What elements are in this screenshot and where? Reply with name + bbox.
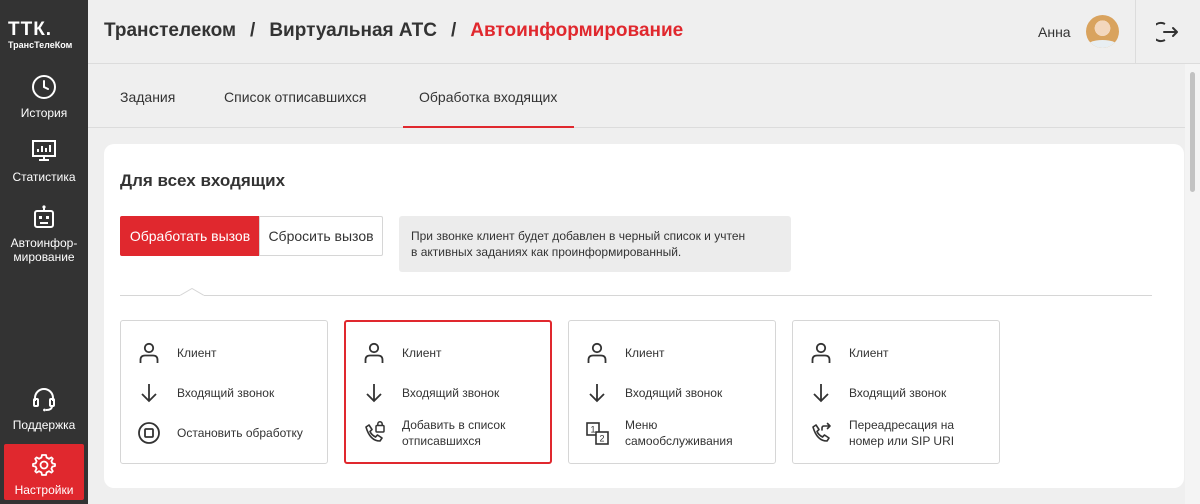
logo-text: ТТК. xyxy=(8,19,53,40)
monitor-chart-icon xyxy=(32,140,56,161)
row-label: Меню самообслуживания xyxy=(625,418,733,448)
avatar[interactable] xyxy=(1086,15,1119,48)
sidebar-item-support[interactable]: Поддержка xyxy=(0,386,88,432)
sidebar-item-label: Поддержка xyxy=(12,418,76,432)
header-divider xyxy=(1135,0,1136,64)
list-item: Клиент xyxy=(137,337,327,369)
gear-icon xyxy=(32,454,56,476)
reset-call-button[interactable]: Сбросить вызов xyxy=(259,216,383,256)
list-item: Клиент xyxy=(809,337,999,369)
divider-notch xyxy=(180,288,204,300)
sidebar-item-label-line1: Автоинфор- xyxy=(10,236,78,250)
sidebar-item-statistics[interactable]: Статистика xyxy=(0,138,88,184)
scrollbar-thumb[interactable] xyxy=(1190,72,1195,192)
row-label: Клиент xyxy=(849,346,889,360)
row-label: Добавить в список отписавшихся xyxy=(402,418,506,448)
breadcrumb-separator: / xyxy=(451,20,457,41)
tab-unsubscribed[interactable]: Список отписавшихся xyxy=(224,89,366,105)
headset-icon xyxy=(33,388,55,412)
person-icon xyxy=(811,342,831,363)
list-item: Входящий звонок xyxy=(585,377,775,409)
divider xyxy=(120,295,1152,296)
person-icon xyxy=(587,342,607,363)
active-tab-indicator xyxy=(403,126,574,128)
sidebar-item-label-line2: мирование xyxy=(13,250,75,264)
menu-numbers-icon: 12 xyxy=(586,422,609,445)
process-call-button[interactable]: Обработать вызов xyxy=(120,216,260,256)
robot-icon xyxy=(34,205,54,228)
option-stop-processing[interactable]: Клиент Входящий звонок Остановить обрабо… xyxy=(120,320,328,464)
breadcrumb-separator: / xyxy=(250,20,256,41)
row-label: Клиент xyxy=(177,346,217,360)
breadcrumb: Транстелеком / Виртуальная АТС / Автоинформи… xyxy=(104,20,683,42)
arrow-down-icon xyxy=(589,384,605,403)
scrollbar[interactable] xyxy=(1185,64,1200,504)
user-name[interactable]: Анна xyxy=(1038,24,1071,40)
breadcrumb-item[interactable]: Виртуальная АТС xyxy=(269,20,437,41)
header: Транстелеком / Виртуальная АТС / Автоинформи… xyxy=(88,0,1200,64)
stop-icon xyxy=(138,422,160,444)
phone-forward-icon xyxy=(812,422,831,442)
tab-bar: Задания Список отписавшихся Обработка вх… xyxy=(88,64,1185,128)
option-add-unsubscribed[interactable]: Клиент Входящий звонок Добавить в список… xyxy=(344,320,552,464)
person-icon xyxy=(364,342,384,363)
row-label: Входящий звонок xyxy=(177,386,275,400)
breadcrumb-item[interactable]: Транстелеком xyxy=(104,20,236,41)
row-label: Входящий звонок xyxy=(625,386,723,400)
person-icon xyxy=(139,342,159,363)
logo[interactable]: ТТК. ТрансТелеКом xyxy=(0,0,88,64)
list-item: Остановить обработку xyxy=(137,417,327,449)
row-label: Клиент xyxy=(402,346,442,360)
sidebar-item-history[interactable]: История xyxy=(0,74,88,120)
incoming-settings-card: Для всех входящих Обработать вызов Сброс… xyxy=(104,144,1184,488)
list-item: Входящий звонок xyxy=(809,377,999,409)
section-title: Для всех входящих xyxy=(120,171,286,190)
sidebar-item-label: История xyxy=(20,106,68,120)
svg-text:2: 2 xyxy=(600,434,605,444)
tab-tasks[interactable]: Задания xyxy=(120,89,175,105)
list-item: Переадресация на номер или SIP URI xyxy=(809,417,999,449)
logo-subtext: ТрансТелеКом xyxy=(8,40,73,50)
arrow-down-icon xyxy=(813,384,829,403)
tab-incoming[interactable]: Обработка входящих xyxy=(419,89,557,105)
row-label: Входящий звонок xyxy=(849,386,947,400)
list-item: Добавить в список отписавшихся xyxy=(362,417,552,449)
logout-icon xyxy=(1150,22,1178,42)
arrow-down-icon xyxy=(141,384,157,403)
sidebar: ТТК. ТрансТелеКом История Статистика Авт… xyxy=(0,0,88,504)
list-item: Входящий звонок xyxy=(137,377,327,409)
hint-text-line2: в активных заданиях как проинформированн… xyxy=(411,245,682,259)
phone-lock-icon xyxy=(365,421,385,442)
list-item: Входящий звонок xyxy=(362,377,552,409)
list-item: 12 Меню самообслуживания xyxy=(585,417,775,449)
sidebar-item-label: Настройки xyxy=(14,483,74,497)
sidebar-item-autoinform[interactable]: Автоинфор- мирование xyxy=(0,204,88,264)
sidebar-item-settings[interactable]: Настройки xyxy=(4,444,84,500)
logout-button[interactable] xyxy=(1150,20,1180,44)
option-self-service-menu[interactable]: Клиент Входящий звонок 12 Меню самообслуж… xyxy=(568,320,776,464)
list-item: Клиент xyxy=(585,337,775,369)
hint-box: При звонке клиент будет добавлен в черны… xyxy=(399,216,791,272)
row-label: Входящий звонок xyxy=(402,386,500,400)
option-call-forwarding[interactable]: Клиент Входящий звонок Переадресация на н… xyxy=(792,320,1000,464)
row-label: Переадресация на номер или SIP URI xyxy=(849,418,955,448)
svg-text:1: 1 xyxy=(591,425,596,435)
row-label: Клиент xyxy=(625,346,665,360)
row-label: Остановить обработку xyxy=(177,426,303,440)
list-item: Клиент xyxy=(362,337,552,369)
arrow-down-icon xyxy=(366,384,382,403)
sidebar-item-label: Статистика xyxy=(12,170,76,184)
hint-text-line1: При звонке клиент будет добавлен в черны… xyxy=(411,229,746,243)
clock-icon xyxy=(32,75,56,99)
breadcrumb-current: Автоинформирование xyxy=(470,20,684,41)
